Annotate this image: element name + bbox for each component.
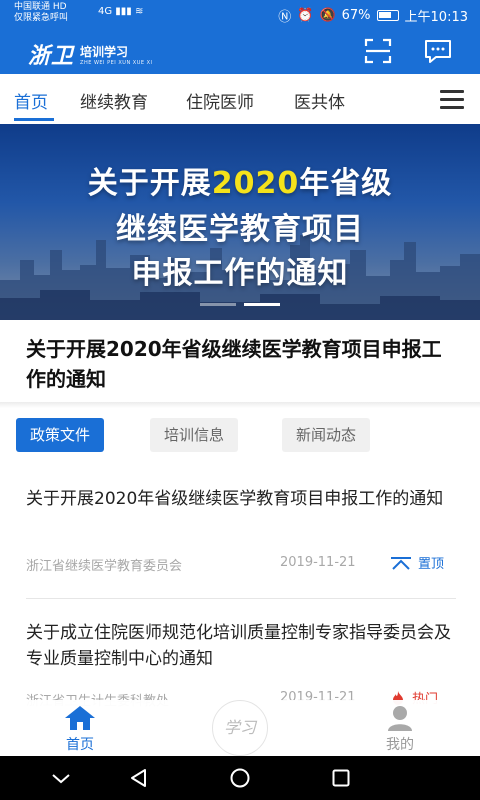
nav-home-label: 首页 — [66, 737, 94, 753]
news-tag: 置顶 — [390, 553, 444, 572]
featured-article-title[interactable]: 关于开展2020年省级继续医学教育项目申报工作的通知 — [26, 334, 456, 394]
carousel-dot[interactable] — [200, 303, 236, 306]
banner-carousel[interactable]: 关于开展2020年省级 继续医学教育项目 申报工作的通知 — [0, 124, 480, 320]
carrier-info: 中国联通 HD 仅限紧急呼叫 4G ▮▮▮ ≋ — [14, 2, 143, 24]
banner-line-2: 继续医学教育项目 — [116, 212, 364, 247]
app-logo: 浙卫 培训学习 ZHE WEI PEI XUN XUE XI — [28, 38, 153, 70]
category-news[interactable]: 新闻动态 — [282, 418, 371, 452]
active-tab-indicator — [14, 118, 54, 121]
carrier-name: 中国联通 — [14, 2, 51, 12]
news-source: 浙江省继续医学教育委员会 — [26, 559, 183, 574]
logo-subtitle: ZHE WEI PEI XUN XUE XI — [80, 59, 153, 66]
category-policy-documents[interactable]: 政策文件 — [16, 418, 105, 452]
nav-home[interactable]: 首页 — [50, 704, 110, 754]
nfc-icon: Ⓝ — [278, 10, 292, 25]
news-title[interactable]: 关于成立住院医师规范化培训质量控制专家指导委员会及专业质量控制中心的通知 — [26, 620, 456, 672]
hide-keyboard-icon[interactable] — [50, 767, 72, 789]
news-item[interactable]: 关于成立住院医师规范化培训质量控制专家指导委员会及专业质量控制中心的通知 — [26, 620, 456, 672]
category-training-info[interactable]: 培训信息 — [150, 418, 239, 452]
recent-apps-icon[interactable] — [330, 767, 352, 789]
logo-title: 培训学习 — [80, 44, 129, 59]
bottom-navigation: 首页 学习 我的 — [0, 700, 480, 756]
nav-mine-label: 我的 — [386, 737, 414, 753]
home-icon — [65, 706, 95, 730]
divider — [26, 598, 456, 599]
tab-medical-community[interactable]: 医共体 — [294, 88, 345, 113]
news-date: 2019-11-21 — [280, 555, 356, 570]
alarm-icon: ⏰ — [297, 8, 314, 23]
news-item[interactable]: 关于开展2020年省级继续医学教育项目申报工作的通知 — [26, 486, 456, 512]
nav-study-button[interactable]: 学习 — [212, 700, 268, 756]
emergency-text: 仅限紧急呼叫 — [14, 13, 69, 23]
network-type: 4G — [98, 6, 113, 17]
news-title[interactable]: 关于开展2020年省级继续医学教育项目申报工作的通知 — [26, 486, 456, 512]
mute-icon: 🔕 — [319, 8, 336, 23]
system-navigation-bar — [0, 756, 480, 800]
back-icon[interactable] — [128, 767, 150, 789]
nav-mine[interactable]: 我的 — [370, 704, 430, 754]
logo-mark: 浙卫 — [28, 43, 75, 69]
clock: 上午10:13 — [404, 10, 468, 25]
news-tag-label: 置顶 — [418, 557, 445, 572]
carousel-indicators — [200, 303, 280, 306]
battery-percent: 67% — [341, 8, 371, 23]
banner-line-1-suffix: 年省级 — [299, 166, 393, 201]
scan-icon[interactable] — [364, 38, 392, 64]
user-icon — [388, 706, 412, 731]
tab-continuing-education[interactable]: 继续教育 — [80, 88, 148, 113]
banner-line-3: 申报工作的通知 — [131, 256, 349, 291]
status-right: Ⓝ ⏰ 🔕 67% 上午10:13 — [278, 6, 468, 25]
carousel-dot-active[interactable] — [244, 303, 280, 306]
app-header: 浙卫 培训学习 ZHE WEI PEI XUN XUE XI — [0, 28, 480, 74]
pin-top-icon — [391, 556, 411, 570]
section-separator — [0, 402, 480, 408]
signal-icon: 4G ▮▮▮ ≋ — [98, 6, 144, 17]
banner-line-1-prefix: 关于开展 — [87, 166, 212, 201]
battery-icon — [376, 10, 399, 21]
home-button-icon[interactable] — [229, 767, 251, 789]
menu-icon[interactable] — [440, 90, 464, 109]
tab-home[interactable]: 首页 — [14, 88, 48, 113]
tab-resident-physician[interactable]: 住院医师 — [186, 88, 254, 113]
banner-line-1: 关于开展2020年省级 — [0, 158, 480, 202]
banner-year: 2020 — [211, 166, 300, 201]
hd-badge: HD — [52, 2, 67, 12]
logo-text: 培训学习 ZHE WEI PEI XUN XUE XI — [80, 43, 153, 66]
top-tabs: 首页 继续教育 住院医师 医共体 — [0, 74, 480, 124]
status-bar: 中国联通 HD 仅限紧急呼叫 4G ▮▮▮ ≋ Ⓝ ⏰ 🔕 67% 上午10:1… — [0, 0, 480, 28]
message-icon[interactable] — [424, 38, 452, 64]
